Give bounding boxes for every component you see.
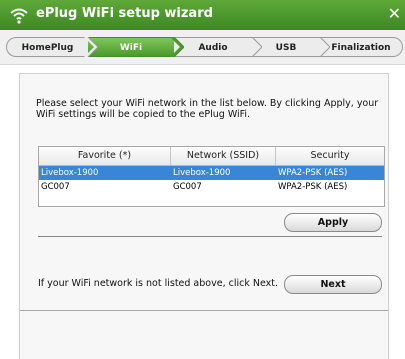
table-body: Livebox-1900 Livebox-1900 WPA2-PSK (AES)…: [39, 166, 384, 196]
table-empty-area: [39, 196, 384, 206]
column-header-security[interactable]: Security: [276, 147, 384, 165]
step-homeplug: HomePlug: [6, 37, 88, 57]
divider: [20, 310, 388, 311]
step-wifi: WiFi: [88, 37, 174, 57]
step-separator-icon: [251, 37, 262, 57]
step-separator-icon: [170, 37, 184, 57]
instructions-text: Please select your WiFi network in the l…: [36, 98, 379, 120]
step-finalization: Finalization: [320, 37, 403, 57]
apply-button[interactable]: Apply: [284, 213, 382, 232]
step-audio: Audio: [174, 37, 252, 57]
table-header: Favorite (*) Network (SSID) Security: [39, 147, 384, 166]
step-separator-icon: [319, 37, 330, 57]
title-bar: ePlug WiFi setup wizard ✕: [0, 0, 405, 30]
cell-security: WPA2-PSK (AES): [278, 168, 348, 178]
window-title: ePlug WiFi setup wizard: [36, 6, 213, 21]
next-button[interactable]: Next: [284, 275, 382, 294]
next-hint-text: If your WiFi network is not listed above…: [38, 278, 279, 289]
wifi-logo-icon: [10, 8, 28, 24]
column-header-favorite[interactable]: Favorite (*): [39, 147, 171, 165]
step-usb: USB: [252, 37, 320, 57]
step-separator-icon: [84, 37, 98, 57]
close-button[interactable]: ✕: [388, 5, 401, 23]
wifi-network-table: Favorite (*) Network (SSID) Security Liv…: [38, 146, 385, 207]
wifi-setup-panel: Please select your WiFi network in the l…: [19, 73, 389, 359]
cell-favorite: Livebox-1900: [41, 168, 99, 178]
column-header-ssid[interactable]: Network (SSID): [171, 147, 276, 165]
cell-favorite: GC007: [41, 182, 70, 192]
divider: [38, 236, 382, 237]
cell-ssid: GC007: [173, 182, 202, 192]
wizard-steps: HomePlug WiFi Audio USB Finalization: [6, 37, 403, 57]
cell-security: WPA2-PSK (AES): [278, 182, 348, 192]
wizard-steps-bar: HomePlug WiFi Audio USB Finalization: [0, 30, 405, 65]
table-row[interactable]: GC007 GC007 WPA2-PSK (AES): [39, 180, 384, 194]
table-row[interactable]: Livebox-1900 Livebox-1900 WPA2-PSK (AES): [39, 166, 384, 180]
cell-ssid: Livebox-1900: [173, 168, 231, 178]
